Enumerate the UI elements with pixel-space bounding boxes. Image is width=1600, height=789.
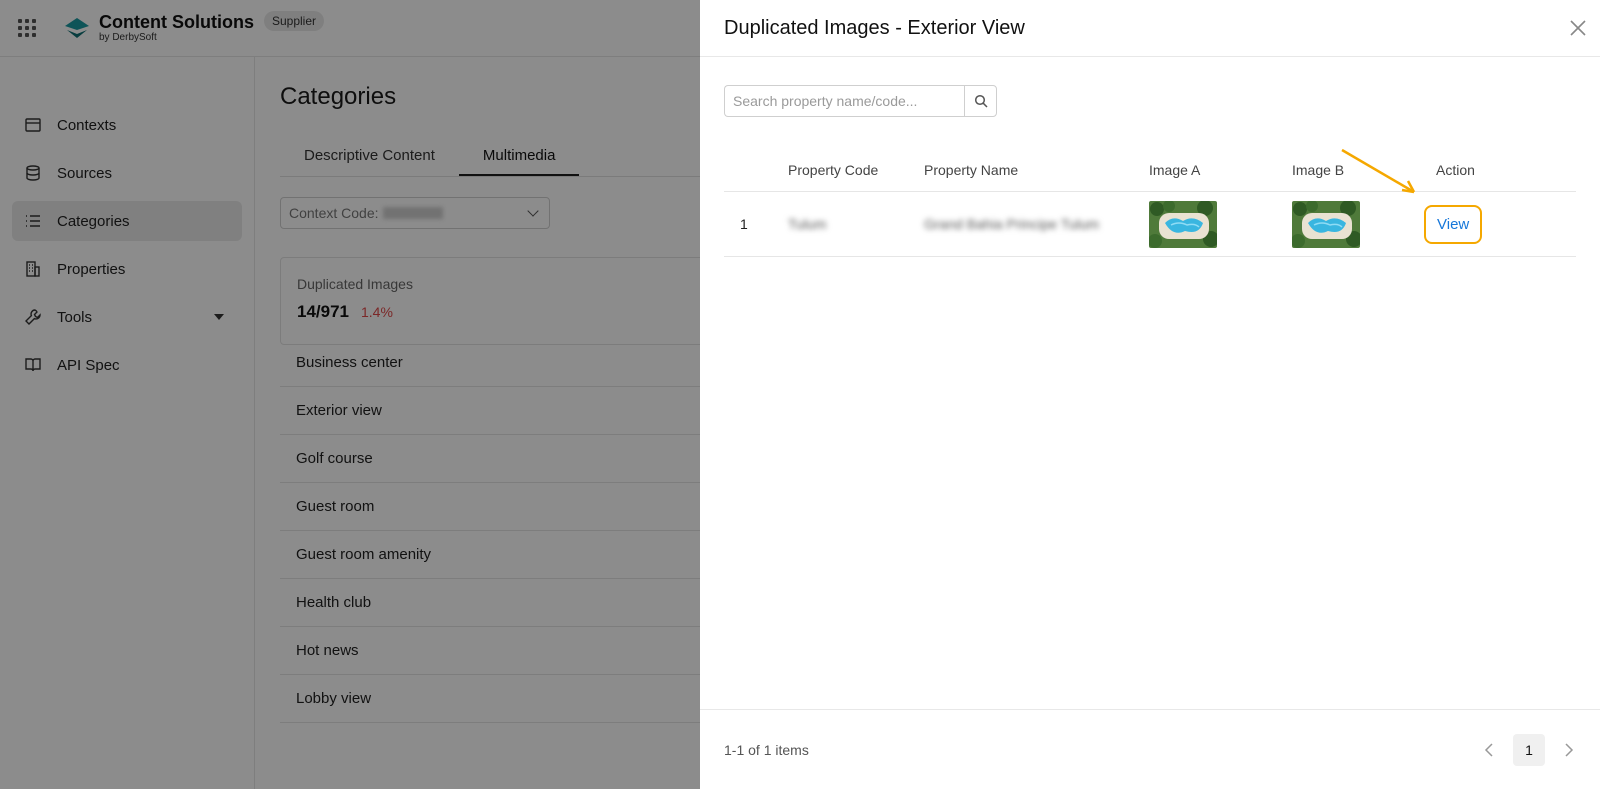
page-number-button[interactable]: 1 [1513,733,1545,766]
col-property-code: Property Code [788,161,879,178]
row-index: 1 [740,216,748,232]
drawer-header: Duplicated Images - Exterior View [700,0,1600,57]
prev-page-button[interactable] [1479,740,1499,760]
col-image-a: Image A [1149,161,1201,178]
search-icon [974,94,988,108]
chevron-left-icon [1484,742,1493,757]
image-b-cell [1292,200,1436,248]
property-search [724,85,997,117]
duplicates-table: Property Code Property Name Image A Imag… [724,148,1576,257]
property-name-redacted: Grand Bahia Principe Tulum [924,216,1100,232]
drawer-footer: 1-1 of 1 items 1 [700,709,1600,789]
chevron-right-icon [1565,742,1574,757]
pagination: 1 [1479,733,1579,766]
col-action: Action [1436,161,1475,178]
action-cell: View [1424,204,1576,244]
search-button[interactable] [964,85,997,117]
image-a-cell [1149,200,1292,248]
annotation-arrow-icon [1341,148,1416,194]
duplicated-images-drawer: Duplicated Images - Exterior View Proper… [700,0,1600,789]
image-b-thumbnail[interactable] [1292,200,1360,248]
col-property-name: Property Name [924,161,1019,178]
table-header: Property Code Property Name Image A Imag… [724,148,1576,192]
pagination-count: 1-1 of 1 items [724,741,809,758]
next-page-button[interactable] [1559,740,1579,760]
drawer-title: Duplicated Images - Exterior View [724,16,1025,39]
table-row: 1 Tulum Grand Bahia Principe Tulum View [724,192,1576,257]
image-a-thumbnail[interactable] [1149,200,1217,248]
close-icon[interactable] [1568,18,1588,38]
property-code-redacted: Tulum [788,216,827,232]
search-input[interactable] [724,85,964,117]
view-button[interactable]: View [1424,204,1483,244]
